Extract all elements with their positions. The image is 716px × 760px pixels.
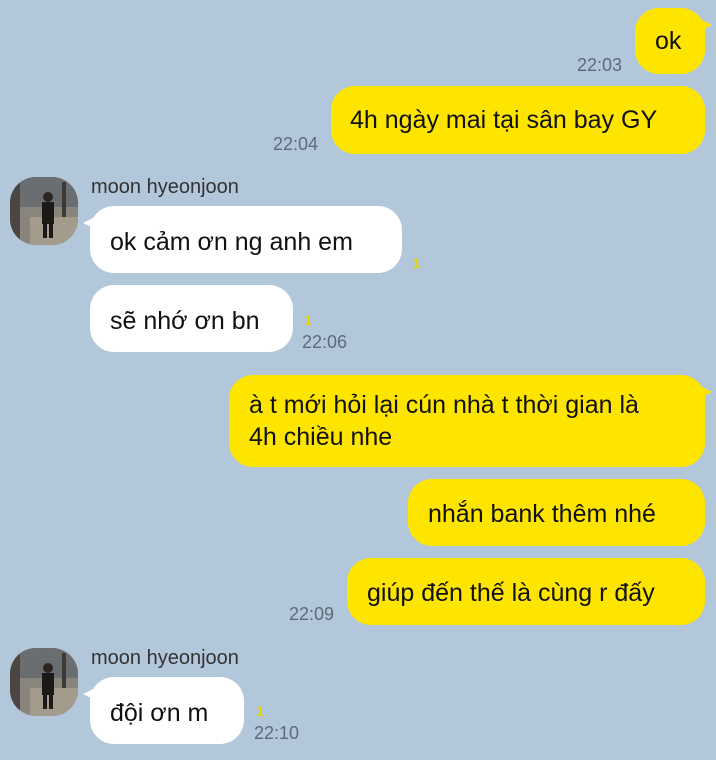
outgoing-message[interactable]: 4h ngày mai tại sân bay GY — [331, 86, 705, 154]
message-text: giúp đến thế là cùng r đấy — [367, 579, 655, 607]
avatar[interactable] — [10, 648, 78, 716]
profile-photo-icon — [10, 648, 78, 716]
message-text: ok cảm ơn ng anh em — [110, 228, 353, 256]
message-text-line: à t mới hỏi lại cún nhà t thời gian là — [249, 391, 639, 419]
message-time: 22:09 — [289, 604, 335, 624]
profile-photo-icon — [10, 177, 78, 245]
incoming-message[interactable]: đội ơn m — [83, 677, 244, 744]
message-time: 22:04 — [273, 134, 319, 154]
incoming-message[interactable]: ok cảm ơn ng anh em — [83, 206, 402, 273]
unread-count: 1 — [256, 703, 264, 719]
unread-count: 1 — [304, 312, 312, 328]
avatar[interactable] — [10, 177, 78, 245]
sender-name: moon hyeonjoon — [91, 647, 239, 669]
outgoing-message[interactable]: à t mới hỏi lại cún nhà t thời gian là 4… — [229, 375, 712, 467]
message-time: 22:10 — [254, 723, 300, 743]
incoming-message[interactable]: sẽ nhớ ơn bn — [90, 285, 293, 352]
message-time: 22:06 — [302, 332, 348, 352]
outgoing-message[interactable]: nhắn bank thêm nhé — [408, 479, 705, 546]
message-text: đội ơn m — [110, 699, 209, 727]
outgoing-message[interactable]: giúp đến thế là cùng r đấy — [347, 558, 705, 625]
message-time: 22:03 — [577, 55, 623, 75]
outgoing-message[interactable]: ok — [635, 8, 712, 74]
message-text: ok — [655, 27, 682, 55]
message-text: nhắn bank thêm nhé — [428, 500, 656, 528]
message-text-line: 4h chiều nhe — [249, 423, 393, 451]
message-text: sẽ nhớ ơn bn — [110, 307, 260, 335]
unread-count: 1 — [413, 255, 421, 271]
sender-name: moon hyeonjoon — [91, 176, 239, 198]
message-text: 4h ngày mai tại sân bay GY — [350, 106, 658, 134]
